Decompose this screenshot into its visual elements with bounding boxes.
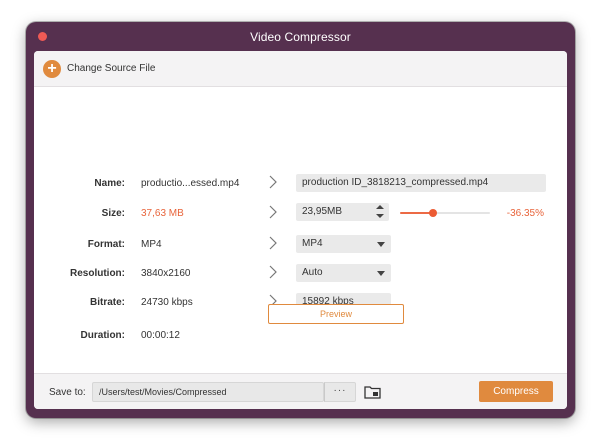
output-name-text: production ID_3818213_compressed.mp4 xyxy=(302,177,489,188)
source-format-value: MP4 xyxy=(141,239,162,250)
chevron-right-icon xyxy=(269,205,277,219)
change-source-file-button[interactable]: Change Source File xyxy=(67,63,155,74)
caret-down-icon xyxy=(377,242,385,247)
source-resolution-value: 3840x2160 xyxy=(141,268,191,279)
save-to-label: Save to: xyxy=(49,387,86,398)
source-duration-value: 00:00:12 xyxy=(141,330,180,341)
source-bitrate-value: 24730 kbps xyxy=(141,297,193,308)
output-name-field[interactable]: production ID_3818213_compressed.mp4 xyxy=(296,174,546,192)
output-format-text: MP4 xyxy=(302,238,323,249)
bitrate-label: Bitrate: xyxy=(89,297,125,308)
size-label: Size: xyxy=(101,208,125,219)
name-label: Name: xyxy=(94,178,125,189)
main-panel: + Change Source File Name: productio...e… xyxy=(34,51,567,409)
source-name-value: productio...essed.mp4 xyxy=(141,178,240,189)
format-label: Format: xyxy=(87,239,125,250)
title-bar: Video Compressor xyxy=(26,22,575,50)
window-title: Video Compressor xyxy=(250,30,351,44)
output-size-stepper[interactable]: 23,95MB xyxy=(296,203,389,221)
size-slider-thumb[interactable] xyxy=(428,209,437,217)
top-toolbar: + Change Source File xyxy=(34,51,567,87)
duration-label: Duration: xyxy=(80,330,125,341)
open-folder-icon[interactable] xyxy=(364,385,381,399)
chevron-right-icon xyxy=(269,265,277,279)
output-size-text: 23,95MB xyxy=(302,206,343,217)
chevron-right-icon xyxy=(269,236,277,250)
size-slider[interactable] xyxy=(400,209,490,217)
size-slider-fill xyxy=(400,212,433,214)
compress-button[interactable]: Compress xyxy=(479,381,553,402)
size-stepper-arrows-icon[interactable] xyxy=(376,205,384,219)
plus-icon[interactable]: + xyxy=(43,60,61,78)
source-size-value: 37,63 MB xyxy=(141,208,184,219)
resolution-label: Resolution: xyxy=(70,268,125,279)
output-format-dropdown[interactable]: MP4 xyxy=(296,235,391,253)
bottom-bar: Save to: /Users/test/Movies/Compressed ·… xyxy=(34,373,567,409)
output-resolution-text: Auto xyxy=(302,267,323,278)
chevron-right-icon xyxy=(269,175,277,189)
video-compressor-window: Video Compressor + Change Source File Na… xyxy=(26,22,575,418)
save-path-text: /Users/test/Movies/Compressed xyxy=(99,387,227,397)
preview-button[interactable]: Preview xyxy=(268,304,404,324)
save-path-field[interactable]: /Users/test/Movies/Compressed xyxy=(92,382,324,402)
browse-more-button[interactable]: ··· xyxy=(324,382,356,402)
caret-down-icon xyxy=(377,271,385,276)
output-resolution-dropdown[interactable]: Auto xyxy=(296,264,391,282)
size-reduction-percent: -36.35% xyxy=(506,208,544,219)
